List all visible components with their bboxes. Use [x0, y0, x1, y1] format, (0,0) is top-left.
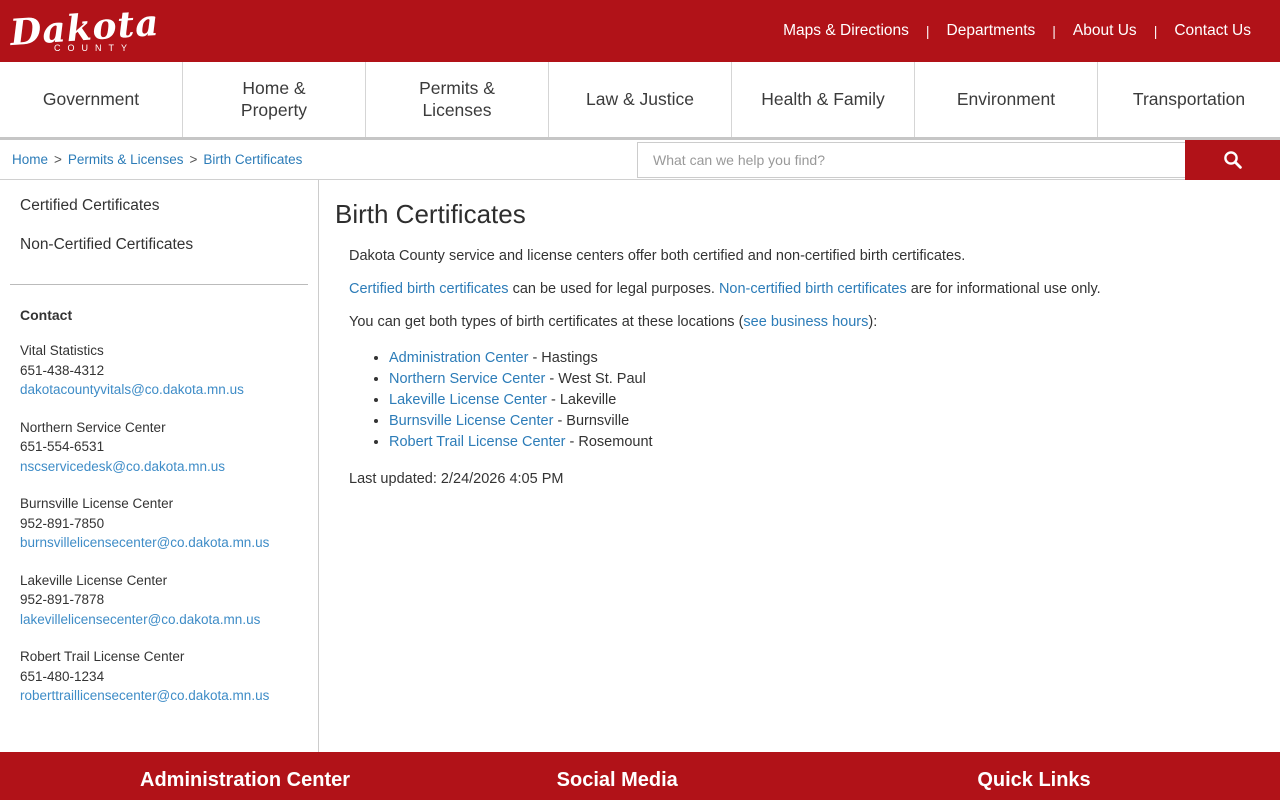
breadcrumb-permits-licenses[interactable]: Permits & Licenses	[68, 152, 184, 167]
utility-link-departments[interactable]: Departments	[938, 22, 1045, 40]
site-search	[637, 140, 1280, 180]
nav-item-environment[interactable]: Environment	[915, 62, 1098, 137]
sidebar-link-non-certified-certificates[interactable]: Non-Certified Certificates	[20, 234, 298, 256]
contact-email-link[interactable]: nscservicedesk@co.dakota.mn.us	[20, 457, 225, 477]
nav-item-government[interactable]: Government	[0, 62, 183, 137]
breadcrumb-birth-certificates[interactable]: Birth Certificates	[203, 152, 302, 167]
footer-heading-administration-center: Administration Center	[140, 768, 427, 792]
list-item-northern-service-center: Northern Service Center - West St. Paul	[389, 369, 1240, 389]
contact-group-burnsville-license-center: Burnsville License Center 952-891-7850 b…	[20, 494, 298, 553]
footer-column-administration-center: Administration Center	[0, 752, 427, 800]
contact-phone: 952-891-7850	[20, 514, 298, 534]
utility-separator: |	[1044, 23, 1064, 39]
search-icon	[1222, 149, 1244, 171]
contact-phone: 651-480-1234	[20, 667, 298, 687]
locations-list: Administration Center - Hastings Norther…	[349, 348, 1240, 452]
top-header-bar: Dakota COUNTY Maps & Directions | Depart…	[0, 0, 1280, 62]
breadcrumb: Home > Permits & Licenses > Birth Certif…	[12, 152, 302, 167]
search-input[interactable]	[637, 142, 1185, 178]
intro-paragraph: Dakota County service and license center…	[349, 246, 1240, 266]
contact-name: Vital Statistics	[20, 341, 298, 361]
list-item-administration-center: Administration Center - Hastings	[389, 348, 1240, 368]
logo-wordmark: Dakota	[9, 5, 161, 51]
list-item-lakeville-license-center: Lakeville License Center - Lakeville	[389, 390, 1240, 410]
breadcrumb-separator: >	[54, 152, 62, 167]
page-footer: Administration Center Social Media Quick…	[0, 752, 1280, 800]
robert-trail-license-center-link[interactable]: Robert Trail License Center	[389, 434, 566, 450]
page-title: Birth Certificates	[335, 200, 1240, 230]
contact-phone: 651-438-4312	[20, 361, 298, 381]
contact-group-northern-service-center: Northern Service Center 651-554-6531 nsc…	[20, 418, 298, 477]
sidebar-link-certified-certificates[interactable]: Certified Certificates	[20, 195, 298, 217]
nav-item-law-justice[interactable]: Law & Justice	[549, 62, 732, 137]
footer-heading-quick-links: Quick Links	[977, 768, 1280, 792]
nav-item-home-property[interactable]: Home & Property	[183, 62, 366, 137]
utility-separator: |	[1146, 23, 1166, 39]
northern-service-center-link[interactable]: Northern Service Center	[389, 371, 545, 387]
sidebar-divider	[10, 284, 308, 285]
contact-group-robert-trail-license-center: Robert Trail License Center 651-480-1234…	[20, 647, 298, 706]
utility-nav: Maps & Directions | Departments | About …	[774, 22, 1260, 40]
breadcrumb-home[interactable]: Home	[12, 152, 48, 167]
content-area: Certified Certificates Non-Certified Cer…	[0, 180, 1280, 752]
contact-email-link[interactable]: dakotacountyvitals@co.dakota.mn.us	[20, 380, 244, 400]
nav-item-transportation[interactable]: Transportation	[1098, 62, 1280, 137]
nav-item-health-family[interactable]: Health & Family	[732, 62, 915, 137]
main-content: Birth Certificates Dakota County service…	[319, 180, 1280, 752]
search-button[interactable]	[1185, 140, 1280, 180]
contact-name: Burnsville License Center	[20, 494, 298, 514]
contact-email-link[interactable]: burnsvillelicensecenter@co.dakota.mn.us	[20, 533, 269, 553]
contact-name: Northern Service Center	[20, 418, 298, 438]
contact-name: Lakeville License Center	[20, 571, 298, 591]
non-certified-birth-certificates-link[interactable]: Non-certified birth certificates	[719, 281, 907, 297]
footer-column-social-media: Social Media	[427, 752, 854, 800]
nav-item-permits-licenses[interactable]: Permits & Licenses	[366, 62, 549, 137]
contact-phone: 952-891-7878	[20, 590, 298, 610]
certificate-types-paragraph: Certified birth certificates can be used…	[349, 279, 1240, 299]
utility-link-about-us[interactable]: About Us	[1064, 22, 1146, 40]
list-item-burnsville-license-center: Burnsville License Center - Burnsville	[389, 411, 1240, 431]
utility-link-contact-us[interactable]: Contact Us	[1165, 22, 1260, 40]
contact-group-vital-statistics: Vital Statistics 651-438-4312 dakotacoun…	[20, 341, 298, 400]
utility-separator: |	[918, 23, 938, 39]
dakota-county-logo[interactable]: Dakota COUNTY	[10, 10, 159, 53]
lakeville-license-center-link[interactable]: Lakeville License Center	[389, 392, 547, 408]
see-business-hours-link[interactable]: see business hours	[743, 314, 868, 330]
contact-email-link[interactable]: lakevillelicensecenter@co.dakota.mn.us	[20, 610, 260, 630]
last-updated-text: Last updated: 2/24/2026 4:05 PM	[349, 469, 1240, 489]
list-item-robert-trail-license-center: Robert Trail License Center - Rosemount	[389, 432, 1240, 452]
main-nav: Government Home & Property Permits & Lic…	[0, 62, 1280, 140]
certified-birth-certificates-link[interactable]: Certified birth certificates	[349, 281, 509, 297]
locations-intro-paragraph: You can get both types of birth certific…	[349, 312, 1240, 332]
footer-heading-social-media: Social Media	[557, 768, 854, 792]
contact-heading: Contact	[20, 307, 298, 323]
contact-group-lakeville-license-center: Lakeville License Center 952-891-7878 la…	[20, 571, 298, 630]
utility-link-maps-directions[interactable]: Maps & Directions	[774, 22, 918, 40]
left-sidebar: Certified Certificates Non-Certified Cer…	[0, 180, 319, 752]
contact-email-link[interactable]: roberttraillicensecenter@co.dakota.mn.us	[20, 686, 269, 706]
contact-phone: 651-554-6531	[20, 437, 298, 457]
administration-center-link[interactable]: Administration Center	[389, 350, 528, 366]
contact-name: Robert Trail License Center	[20, 647, 298, 667]
breadcrumb-separator: >	[189, 152, 197, 167]
breadcrumb-search-row: Home > Permits & Licenses > Birth Certif…	[0, 140, 1280, 180]
footer-column-quick-links: Quick Links	[853, 752, 1280, 800]
burnsville-license-center-link[interactable]: Burnsville License Center	[389, 413, 553, 429]
